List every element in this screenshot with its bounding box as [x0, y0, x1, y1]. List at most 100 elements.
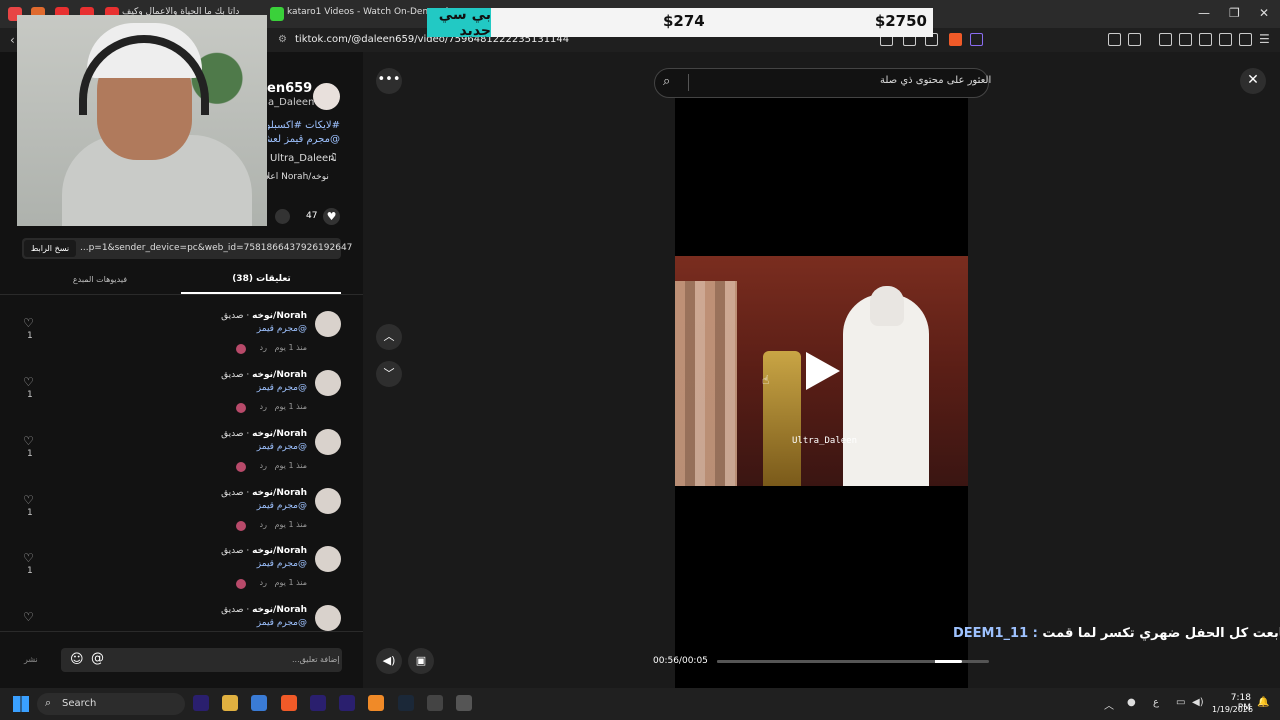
taskbar-search[interactable]: [37, 693, 185, 715]
tab-comments[interactable]: (38) تعليقات: [182, 274, 341, 284]
commenter-name[interactable]: Norah/نوخه · صديق: [221, 488, 307, 498]
reply-button[interactable]: رد: [260, 343, 267, 352]
emoji-icon[interactable]: ☺: [70, 652, 84, 667]
premiere-icon[interactable]: [310, 695, 326, 711]
commenter-name-text[interactable]: Norah/نوخه: [252, 546, 307, 556]
commenter-avatar[interactable]: [315, 311, 341, 337]
post-button[interactable]: نشر: [24, 655, 38, 664]
author-handle[interactable]: a_Daleen: [268, 97, 314, 108]
progress-fill[interactable]: [717, 660, 962, 663]
commenter-avatar[interactable]: [315, 429, 341, 455]
comment-like-icon[interactable]: ♡: [23, 610, 34, 624]
copy-link-button[interactable]: نسخ الرابط: [24, 240, 76, 257]
maximize-button[interactable]: ❐: [1229, 6, 1240, 20]
tray-expand-icon[interactable]: ︿: [1104, 697, 1114, 712]
minimize-button[interactable]: —: [1198, 6, 1210, 20]
commenter-avatar[interactable]: [315, 370, 341, 396]
brave-rewards-icon[interactable]: [970, 33, 983, 46]
close-window-button[interactable]: ✕: [1259, 6, 1269, 20]
commenter-name[interactable]: Norah/نوخه · صديق: [221, 605, 307, 615]
vpn-icon[interactable]: [1239, 33, 1252, 46]
leo-ai-icon[interactable]: [1219, 33, 1232, 46]
screenshot-icon[interactable]: [1128, 33, 1141, 46]
more-options-button[interactable]: •••: [376, 68, 402, 94]
reply-button[interactable]: رد: [260, 402, 267, 411]
brave-icon[interactable]: [281, 695, 297, 711]
volume-icon[interactable]: ◀): [376, 648, 402, 674]
network-icon[interactable]: ▭: [1176, 697, 1185, 708]
previous-video-button[interactable]: ︿: [376, 324, 402, 350]
mention-icon[interactable]: @: [91, 651, 104, 666]
music-label[interactable]: Ultra_Daleen: [270, 153, 335, 164]
kick-icon[interactable]: [270, 7, 284, 21]
store-icon[interactable]: [251, 695, 267, 711]
commenter-avatar[interactable]: [315, 488, 341, 514]
reply-button[interactable]: رد: [260, 461, 267, 470]
comment-placeholder[interactable]: إضافة تعليق...: [292, 655, 340, 664]
clock-date[interactable]: 1/19/2026: [1212, 705, 1253, 714]
author-avatar[interactable]: [313, 83, 340, 110]
comment-like-icon[interactable]: ♡: [23, 434, 34, 448]
language-indicator[interactable]: ع: [1153, 697, 1159, 708]
commenter-name-text[interactable]: Norah/نوخه: [252, 311, 307, 321]
app-icon[interactable]: [456, 695, 472, 711]
caption-user[interactable]: DEEM1_11 :: [953, 626, 1038, 641]
app-icon[interactable]: [427, 695, 443, 711]
notification-icon[interactable]: 🔔: [1257, 697, 1269, 708]
comment-like-icon[interactable]: ♡: [23, 493, 34, 507]
reply-button[interactable]: رد: [260, 578, 267, 587]
extensions-icon[interactable]: [1108, 33, 1121, 46]
mention-line[interactable]: @مجرم قيمز لعشاقه: [268, 133, 340, 147]
taskbar-search-label[interactable]: Search: [62, 698, 96, 709]
tab-title[interactable]: kataro1 Videos - Watch On-Demand: [287, 7, 448, 17]
commenter-name[interactable]: Norah/نوخه · صديق: [221, 546, 307, 556]
next-video-button[interactable]: ﹀: [376, 361, 402, 387]
wallet-icon[interactable]: [1199, 33, 1212, 46]
back-arrow-icon[interactable]: ‹: [10, 33, 15, 47]
comment-text[interactable]: @مجرم قيمز: [257, 618, 307, 628]
comment-icon[interactable]: [275, 209, 290, 224]
comment-like-icon[interactable]: ♡: [23, 551, 34, 565]
brave-shield-icon[interactable]: [949, 33, 962, 46]
windows-start-icon[interactable]: [13, 696, 29, 712]
search-icon[interactable]: ⌕: [45, 696, 51, 710]
commenter-name-text[interactable]: Norah/نوخه: [252, 605, 307, 615]
comment-like-icon[interactable]: ♡: [23, 375, 34, 389]
file-explorer-icon[interactable]: [222, 695, 238, 711]
comment-text[interactable]: @مجرم قيمز: [257, 559, 307, 569]
collab-label[interactable]: نوخه/Norah اعلا: [265, 172, 329, 182]
commenter-name-text[interactable]: Norah/نوخه: [252, 429, 307, 439]
music-icon[interactable]: [1159, 33, 1172, 46]
reply-button[interactable]: رد: [260, 520, 267, 529]
commenter-name[interactable]: Norah/نوخه · صديق: [221, 311, 307, 321]
steam-icon[interactable]: [398, 695, 414, 711]
comment-text[interactable]: @مجرم قيمز: [257, 383, 307, 393]
post-hashtags[interactable]: #لايكات #اكسبلور @مجرم قيمز لعشاقه: [268, 119, 340, 147]
site-settings-icon[interactable]: ⚙: [278, 34, 287, 45]
commenter-name-text[interactable]: Norah/نوخه: [252, 370, 307, 380]
commenter-avatar[interactable]: [315, 605, 341, 631]
sidebar-icon[interactable]: [1179, 33, 1192, 46]
close-icon[interactable]: ✕: [1240, 68, 1266, 94]
search-icon[interactable]: ⌕: [663, 74, 670, 89]
menu-icon[interactable]: ☰: [1259, 32, 1270, 46]
comment-like-icon[interactable]: ♡: [23, 316, 34, 330]
vlc-icon[interactable]: [368, 695, 384, 711]
comment-text[interactable]: @مجرم قيمز: [257, 324, 307, 334]
after-effects-icon[interactable]: [339, 695, 355, 711]
hashtag-line[interactable]: #لايكات #اكسبلور: [268, 119, 340, 133]
search-input[interactable]: العثور على محتوى ذي صلة: [880, 75, 991, 86]
link-text[interactable]: ...p=1&sender_device=pc&web_id=758186643…: [80, 243, 352, 253]
premiere-icon[interactable]: [193, 695, 209, 711]
commenter-name-text[interactable]: Norah/نوخه: [252, 488, 307, 498]
heart-icon[interactable]: ♥: [323, 208, 340, 225]
mic-icon[interactable]: ●: [1127, 697, 1136, 708]
comment-text[interactable]: @مجرم قيمز: [257, 442, 307, 452]
author-name[interactable]: en659: [267, 81, 312, 96]
picture-in-picture-icon[interactable]: ▣: [408, 648, 434, 674]
comment-text[interactable]: @مجرم قيمز: [257, 501, 307, 511]
commenter-name[interactable]: Norah/نوخه · صديق: [221, 370, 307, 380]
commenter-name[interactable]: Norah/نوخه · صديق: [221, 429, 307, 439]
commenter-avatar[interactable]: [315, 546, 341, 572]
tab-creator-videos[interactable]: فيديوهات المبدع: [40, 275, 160, 284]
